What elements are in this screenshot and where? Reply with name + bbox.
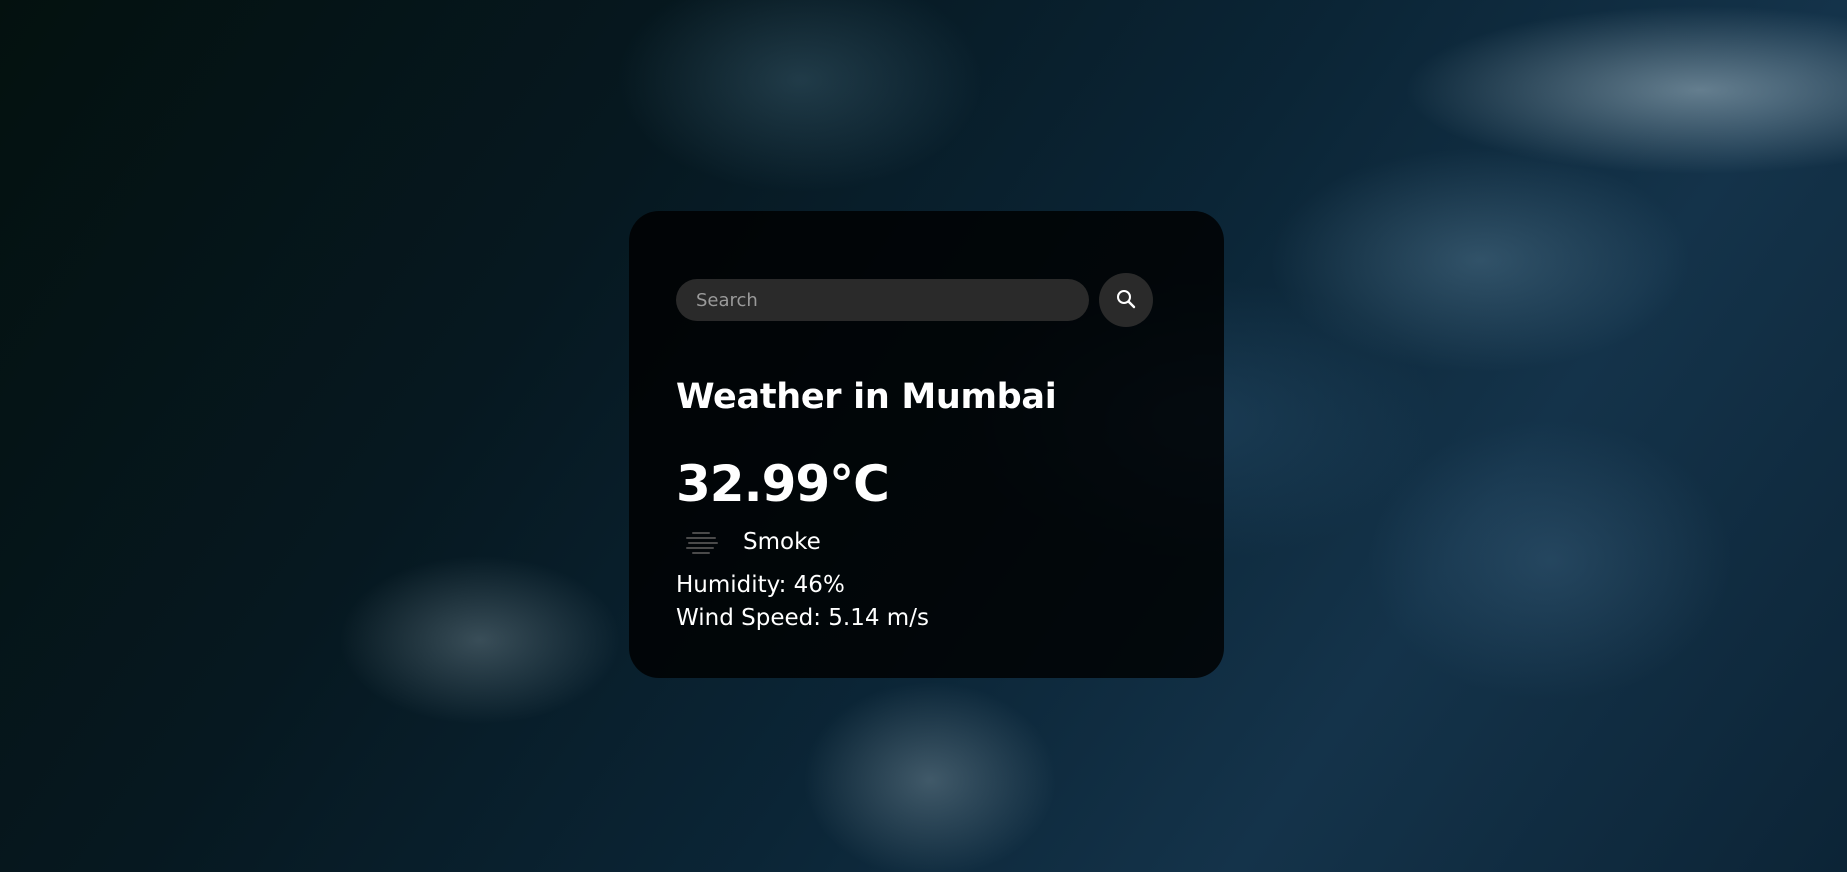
weather-card: Weather in Mumbai 32.99°C Smoke Humidity… [629,211,1224,678]
humidity-text: Humidity: 46% [676,572,845,598]
city-title: Weather in Mumbai [676,377,1057,417]
condition-label: Smoke [743,529,821,555]
search-input[interactable] [676,279,1089,321]
temperature-value: 32.99°C [676,455,890,513]
search-bar [676,273,1168,327]
search-icon [1116,289,1136,312]
wind-speed-text: Wind Speed: 5.14 m/s [676,605,929,631]
smoke-icon [676,525,726,559]
condition-row: Smoke [676,525,1168,559]
search-button[interactable] [1099,273,1153,327]
weather-stats: Humidity: 46% Wind Speed: 5.14 m/s [676,569,1168,635]
